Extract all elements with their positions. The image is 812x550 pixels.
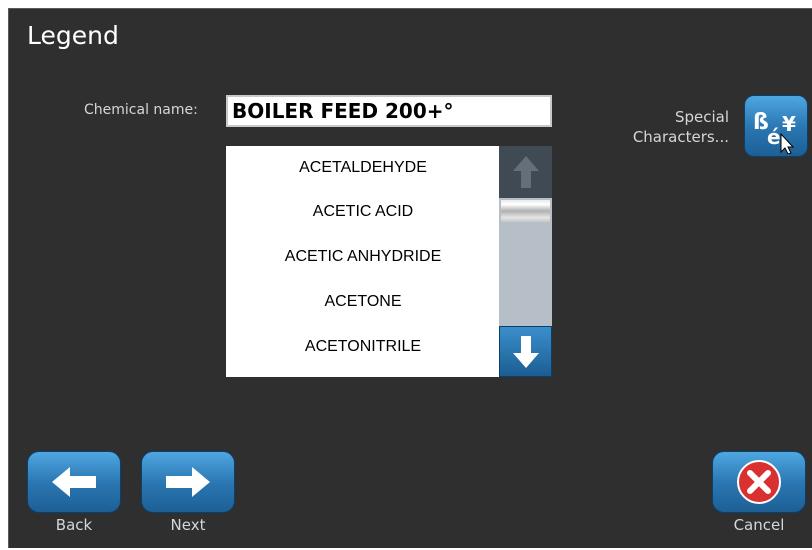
chemical-list: ACETALDEHYDE ACETIC ACID ACETIC ANHYDRID… [226, 146, 500, 377]
special-characters-label: Special Characters... [632, 108, 729, 146]
chemical-name-input[interactable] [226, 95, 552, 127]
list-item[interactable]: ACETONE [226, 279, 500, 324]
svg-text:é: é [767, 125, 781, 149]
close-icon [737, 460, 781, 504]
scroll-up-button[interactable] [499, 146, 552, 198]
cancel-label: Cancel [733, 516, 785, 534]
svg-text:¥: ¥ [782, 112, 796, 136]
list-item[interactable]: ACETONITRILE [226, 324, 500, 369]
special-characters-button[interactable]: ß é ¥ [744, 95, 808, 157]
chemical-name-label: Chemical name: [84, 102, 198, 118]
next-button[interactable] [141, 451, 235, 513]
page-title: Legend [27, 21, 119, 50]
scroll-down-button[interactable] [499, 326, 552, 377]
list-item[interactable]: ACETALDEHYDE [226, 146, 500, 189]
arrow-down-icon [512, 335, 539, 368]
arrow-left-icon [52, 467, 96, 497]
list-item[interactable]: ACETIC ACID [226, 189, 500, 234]
next-label: Next [170, 516, 206, 534]
legend-screen: Legend Chemical name: ACETALDEHYDE ACETI… [8, 8, 812, 548]
arrow-right-icon [166, 467, 210, 497]
arrow-up-icon [512, 156, 539, 188]
back-button[interactable] [27, 451, 121, 513]
list-item[interactable]: ACETIC ANHYDRIDE [226, 234, 500, 279]
special-characters-icon: ß é ¥ [753, 110, 796, 154]
cancel-button[interactable] [712, 451, 806, 513]
back-label: Back [55, 516, 93, 534]
list-scrollbar[interactable] [499, 146, 552, 377]
scroll-thumb[interactable] [501, 200, 550, 222]
